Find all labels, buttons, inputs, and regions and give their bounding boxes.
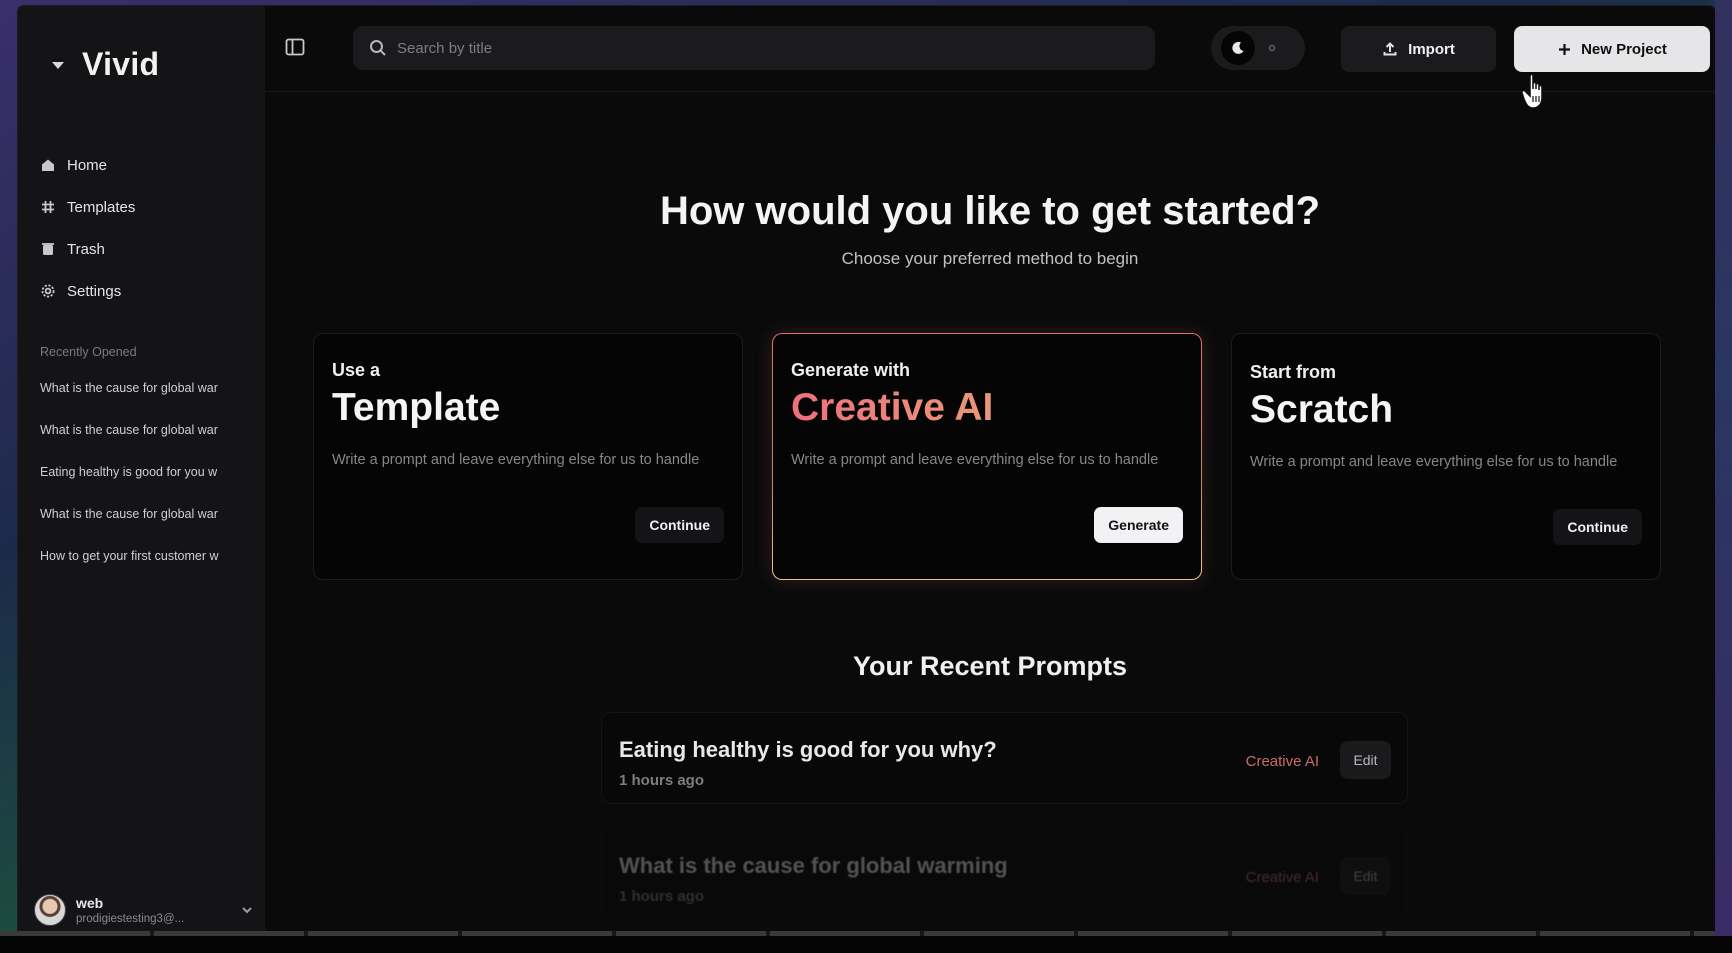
edit-button[interactable]: Edit	[1340, 741, 1391, 779]
sidebar-item-home[interactable]: Home	[40, 144, 250, 186]
prompt-title: What is the cause for global warming	[619, 853, 1008, 878]
sidebar-item-templates[interactable]: Templates	[40, 186, 250, 228]
sun-icon	[1268, 44, 1276, 52]
recent-item[interactable]: Eating healthy is good for you w	[40, 463, 258, 505]
prompt-tag: Creative AI	[1245, 753, 1319, 770]
prompt-time: 1 hours ago	[619, 772, 705, 789]
chevron-down-icon	[242, 907, 252, 914]
app-window: Vivid Home Templates Trash Settings Rece…	[18, 6, 1715, 936]
user-info: web prodigiestesting3@...	[76, 895, 230, 925]
prompt-title: Eating healthy is good for you why?	[619, 737, 997, 762]
recent-item[interactable]: How to get your first customer w	[40, 547, 258, 589]
hand-cursor-icon	[1521, 73, 1543, 109]
card-description: Write a prompt and leave everything else…	[791, 452, 1159, 468]
prompt-time: 1 hours ago	[619, 888, 705, 905]
sidebar-toggle-button[interactable]	[285, 38, 305, 56]
moon-icon	[1232, 41, 1244, 54]
recent-item[interactable]: What is the cause for global war	[40, 379, 258, 421]
scratch-continue-button[interactable]: Continue	[1553, 509, 1642, 545]
edit-button[interactable]: Edit	[1340, 857, 1391, 895]
new-project-label: New Project	[1581, 40, 1667, 58]
card-description: Write a prompt and leave everything else…	[332, 452, 700, 468]
page-subtitle: Choose your preferred method to begin	[841, 249, 1139, 268]
user-name: web	[76, 895, 104, 911]
card-description: Write a prompt and leave everything else…	[1250, 454, 1618, 470]
user-menu[interactable]: web prodigiestesting3@...	[34, 890, 254, 930]
card-title: Template	[332, 386, 501, 429]
plus-icon	[1559, 43, 1571, 55]
import-button[interactable]: Import	[1341, 26, 1496, 72]
search-bar	[353, 26, 1155, 70]
video-bottom-strip	[0, 936, 1732, 953]
recent-item[interactable]: What is the cause for global war	[40, 421, 258, 463]
prompt-tag: Creative AI	[1245, 869, 1319, 886]
card-title: Creative AI	[791, 386, 994, 429]
brand[interactable]: Vivid	[50, 46, 159, 83]
sidebar: Vivid Home Templates Trash Settings Rece…	[18, 6, 265, 936]
recent-prompts-heading: Your Recent Prompts	[852, 651, 1128, 681]
prompt-item[interactable]: Eating healthy is good for you why? 1 ho…	[601, 712, 1408, 804]
creative-ai-card[interactable]: Generate with Creative AI Write a prompt…	[772, 333, 1202, 580]
gear-icon	[41, 284, 55, 298]
sidebar-item-label: Trash	[67, 240, 105, 258]
panel-left-icon	[285, 38, 305, 56]
grid-icon	[42, 201, 54, 213]
new-project-button[interactable]: New Project	[1514, 26, 1710, 72]
user-email: prodigiestesting3@...	[76, 913, 185, 925]
generate-button[interactable]: Generate	[1094, 507, 1183, 543]
recently-opened-heading: Recently Opened	[40, 345, 137, 359]
recently-opened-list: What is the cause for global war What is…	[40, 379, 258, 589]
theme-knob	[1221, 31, 1255, 65]
upload-icon	[1383, 42, 1397, 56]
sidebar-nav: Home Templates Trash Settings	[40, 144, 250, 312]
triangle-down-icon	[52, 61, 64, 69]
sidebar-item-trash[interactable]: Trash	[40, 228, 250, 270]
sidebar-item-label: Home	[67, 156, 108, 174]
sidebar-item-settings[interactable]: Settings	[40, 270, 250, 312]
sidebar-item-label: Templates	[67, 198, 136, 216]
card-title: Scratch	[1250, 388, 1394, 431]
avatar	[34, 894, 66, 926]
theme-toggle[interactable]	[1211, 26, 1305, 70]
search-icon	[370, 40, 386, 56]
top-bar: Import New Project	[265, 6, 1715, 92]
prompt-item[interactable]: What is the cause for global warming 1 h…	[601, 828, 1408, 920]
home-icon	[42, 159, 54, 171]
recent-item[interactable]: What is the cause for global war	[40, 505, 258, 547]
template-continue-button[interactable]: Continue	[635, 507, 724, 543]
template-card[interactable]: Use a Template Write a prompt and leave …	[313, 333, 743, 580]
card-kicker: Generate with	[791, 360, 911, 380]
desktop-wallpaper-edge	[1715, 0, 1732, 953]
search-input[interactable]	[397, 39, 1137, 57]
trash-icon	[42, 243, 54, 255]
page-title: How would you like to get started?	[659, 189, 1321, 233]
app-name: Vivid	[82, 46, 160, 82]
card-kicker: Use a	[332, 360, 381, 380]
sidebar-item-label: Settings	[67, 282, 122, 300]
import-label: Import	[1408, 40, 1455, 58]
scratch-card[interactable]: Start from Scratch Write a prompt and le…	[1231, 333, 1661, 580]
card-kicker: Start from	[1250, 362, 1337, 382]
